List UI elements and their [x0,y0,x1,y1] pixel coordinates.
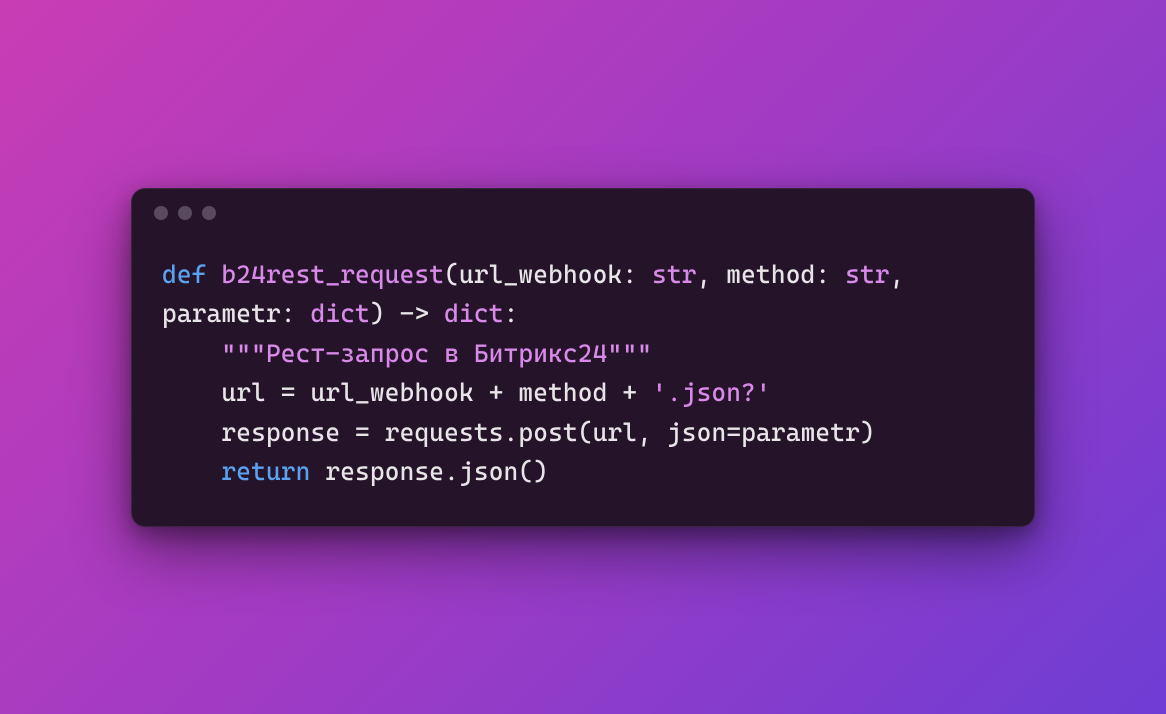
token-plus: + [474,378,519,407]
token-return-type: dict [444,299,503,328]
token-colon: : [815,260,845,289]
token-method-json: json [459,457,518,486]
token-arg: url [593,418,638,447]
token-var: response [325,457,444,486]
token-colon: : [622,260,652,289]
token-arrow: -> [385,299,444,328]
token-comma: , [637,418,667,447]
token-parens: () [518,457,548,486]
token-var: url_webhook [311,378,474,407]
token-string: '.json?' [652,378,771,407]
window-close-icon[interactable] [154,206,168,220]
code-window: def b24rest_request(url_webhook: str, me… [131,188,1035,527]
token-type-str: str [845,260,890,289]
token-keyword-return: return [221,457,310,486]
token-keyword-def: def [162,260,207,289]
token-equals: = [266,378,311,407]
token-paren-open: ( [444,260,459,289]
token-type-str: str [652,260,697,289]
token-method-post: post [518,418,577,447]
token-type-dict: dict [311,299,370,328]
token-comma: , [890,260,920,289]
token-paren-close: ) [370,299,385,328]
token-comma: , [697,260,727,289]
token-paren-close: ) [860,418,875,447]
token-kwarg-name: json [667,418,726,447]
token-param3: parametr [162,299,281,328]
token-kwarg-val: parametr [741,418,860,447]
token-equals: = [726,418,741,447]
token-docstring: """Рест-запрос в Битрикс24""" [221,339,652,368]
code-content: def b24rest_request(url_webhook: str, me… [132,237,1034,526]
token-dot: . [504,418,519,447]
token-paren-open: ( [578,418,593,447]
token-var: method [518,378,607,407]
token-module: requests [385,418,504,447]
token-param1: url_webhook [459,260,622,289]
token-var-url: url [221,378,266,407]
token-dot: . [444,457,459,486]
window-titlebar [132,189,1034,237]
token-plus: + [607,378,652,407]
token-equals: = [340,418,385,447]
token-space [311,457,326,486]
token-colon: : [504,299,519,328]
token-colon: : [281,299,311,328]
window-minimize-icon[interactable] [178,206,192,220]
token-param2: method [726,260,815,289]
window-maximize-icon[interactable] [202,206,216,220]
token-function-name: b24rest_request [221,260,444,289]
token-var-response: response [221,418,340,447]
